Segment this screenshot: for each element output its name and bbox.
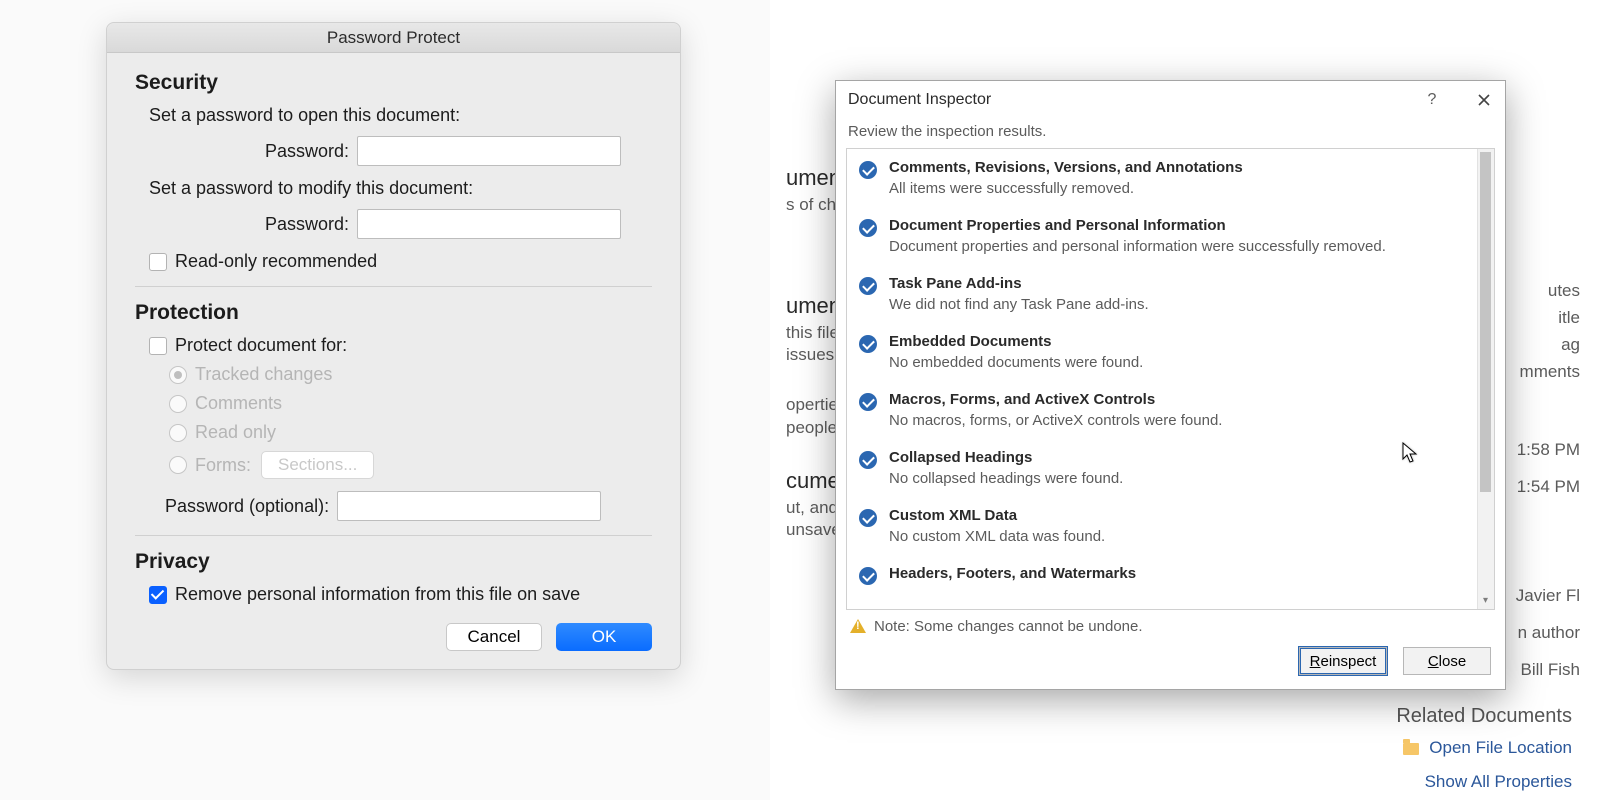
text-fragment: utes <box>1548 281 1580 301</box>
divider <box>135 286 652 287</box>
dialog-title: Password Protect <box>107 23 680 53</box>
dialog-subtitle: Review the inspection results. <box>836 119 1505 148</box>
check-icon <box>859 161 877 179</box>
scrollbar[interactable]: ▴ ▾ <box>1477 149 1494 609</box>
protect-document-label: Protect document for: <box>175 335 347 356</box>
readonly-radio[interactable] <box>169 424 187 442</box>
protect-document-checkbox[interactable] <box>149 337 167 355</box>
inspection-result-item: Headers, Footers, and Watermarks <box>847 555 1494 592</box>
inspection-result-item: Comments, Revisions, Versions, and Annot… <box>847 149 1494 207</box>
text-fragment: cume <box>786 468 840 494</box>
password-label: Password: <box>149 214 349 235</box>
modify-password-prompt: Set a password to modify this document: <box>149 178 652 199</box>
created-time: 1:54 PM <box>1517 477 1580 497</box>
check-icon <box>859 567 877 585</box>
reinspect-button[interactable]: Reinspect <box>1299 647 1387 675</box>
dialog-titlebar: Document Inspector ? <box>836 81 1505 119</box>
result-description: All items were successfully removed. <box>889 180 1470 197</box>
text-fragment: mments <box>1520 362 1580 382</box>
tracked-changes-radio[interactable] <box>169 366 187 384</box>
result-description: Document properties and personal informa… <box>889 238 1470 255</box>
security-heading: Security <box>135 71 652 95</box>
text-fragment: n author <box>1518 623 1580 643</box>
show-all-properties-link[interactable]: Show All Properties <box>1425 772 1572 792</box>
result-title: Collapsed Headings <box>889 449 1470 466</box>
tracked-changes-label: Tracked changes <box>195 364 332 385</box>
cancel-button[interactable]: Cancel <box>446 623 542 651</box>
open-password-prompt: Set a password to open this document: <box>149 105 652 126</box>
optional-password-input[interactable] <box>337 491 601 521</box>
scrollbar-thumb[interactable] <box>1480 152 1491 492</box>
password-protect-dialog: Password Protect Security Set a password… <box>106 22 681 670</box>
undo-warning-note: Note: Some changes cannot be undone. <box>836 610 1505 643</box>
check-icon <box>859 335 877 353</box>
forms-radio[interactable] <box>169 456 187 474</box>
text-fragment: ut, and <box>786 498 838 518</box>
check-icon <box>859 509 877 527</box>
result-description: No custom XML data was found. <box>889 528 1470 545</box>
text-fragment: umen <box>786 165 841 191</box>
close-button[interactable]: Close <box>1403 647 1491 675</box>
result-title: Document Properties and Personal Informa… <box>889 217 1470 234</box>
comments-radio[interactable] <box>169 395 187 413</box>
result-title: Task Pane Add-ins <box>889 275 1470 292</box>
help-button[interactable]: ? <box>1423 91 1441 109</box>
remove-personal-info-label: Remove personal information from this fi… <box>175 584 580 605</box>
result-title: Custom XML Data <box>889 507 1470 524</box>
result-description: No embedded documents were found. <box>889 354 1470 371</box>
open-file-location-label: Open File Location <box>1429 738 1572 757</box>
result-title: Macros, Forms, and ActiveX Controls <box>889 391 1470 408</box>
password-label: Password: <box>149 141 349 162</box>
inspection-result-item: Embedded Documents No embedded documents … <box>847 323 1494 381</box>
text-fragment: people <box>786 418 837 438</box>
open-file-location-link[interactable]: Open File Location <box>1403 738 1572 758</box>
result-title: Headers, Footers, and Watermarks <box>889 565 1470 582</box>
result-title: Comments, Revisions, Versions, and Annot… <box>889 159 1470 176</box>
inspection-result-item: Document Properties and Personal Informa… <box>847 207 1494 265</box>
check-icon <box>859 393 877 411</box>
result-description: No macros, forms, or ActiveX controls we… <box>889 412 1470 429</box>
text-fragment: umen <box>786 293 841 319</box>
result-description: No collapsed headings were found. <box>889 470 1470 487</box>
last-modified-time: 1:58 PM <box>1517 440 1580 460</box>
protection-heading: Protection <box>135 301 652 325</box>
scroll-down-arrow-icon[interactable]: ▾ <box>1477 592 1494 609</box>
readonly-label: Read only <box>195 422 276 443</box>
text-fragment: this file <box>786 323 839 343</box>
author-name-fragment: Bill Fish <box>1520 660 1580 680</box>
result-title: Embedded Documents <box>889 333 1470 350</box>
warning-icon <box>850 619 866 635</box>
result-description: We did not find any Task Pane add-ins. <box>889 296 1470 313</box>
readonly-recommended-label: Read-only recommended <box>175 251 377 272</box>
forms-label: Forms: <box>195 455 251 476</box>
inspection-result-item: Task Pane Add-ins We did not find any Tas… <box>847 265 1494 323</box>
document-inspector-dialog: Document Inspector ? Review the inspecti… <box>835 80 1506 690</box>
check-icon <box>859 277 877 295</box>
text-fragment: ag <box>1561 335 1580 355</box>
inspection-result-item: Collapsed Headings No collapsed headings … <box>847 439 1494 497</box>
privacy-heading: Privacy <box>135 550 652 574</box>
readonly-recommended-checkbox[interactable] <box>149 253 167 271</box>
comments-label: Comments <box>195 393 282 414</box>
related-documents-heading: Related Documents <box>1396 705 1572 728</box>
sections-button[interactable]: Sections... <box>261 451 374 479</box>
undo-warning-text: Note: Some changes cannot be undone. <box>874 618 1143 635</box>
text-fragment: issues <box>786 345 834 365</box>
author-name-fragment: Javier Fl <box>1516 586 1580 606</box>
folder-icon <box>1403 743 1419 755</box>
divider <box>135 535 652 536</box>
modify-password-input[interactable] <box>357 209 621 239</box>
text-fragment: itle <box>1558 308 1580 328</box>
inspection-result-item: Macros, Forms, and ActiveX Controls No ma… <box>847 381 1494 439</box>
optional-password-label: Password (optional): <box>165 496 329 517</box>
ok-button[interactable]: OK <box>556 623 652 651</box>
open-password-input[interactable] <box>357 136 621 166</box>
check-icon <box>859 219 877 237</box>
inspection-results-list[interactable]: Comments, Revisions, Versions, and Annot… <box>846 148 1495 610</box>
dialog-title: Document Inspector <box>848 91 991 109</box>
remove-personal-info-checkbox[interactable] <box>149 586 167 604</box>
check-icon <box>859 451 877 469</box>
inspection-result-item: Custom XML Data No custom XML data was fo… <box>847 497 1494 555</box>
close-icon[interactable] <box>1475 91 1493 109</box>
